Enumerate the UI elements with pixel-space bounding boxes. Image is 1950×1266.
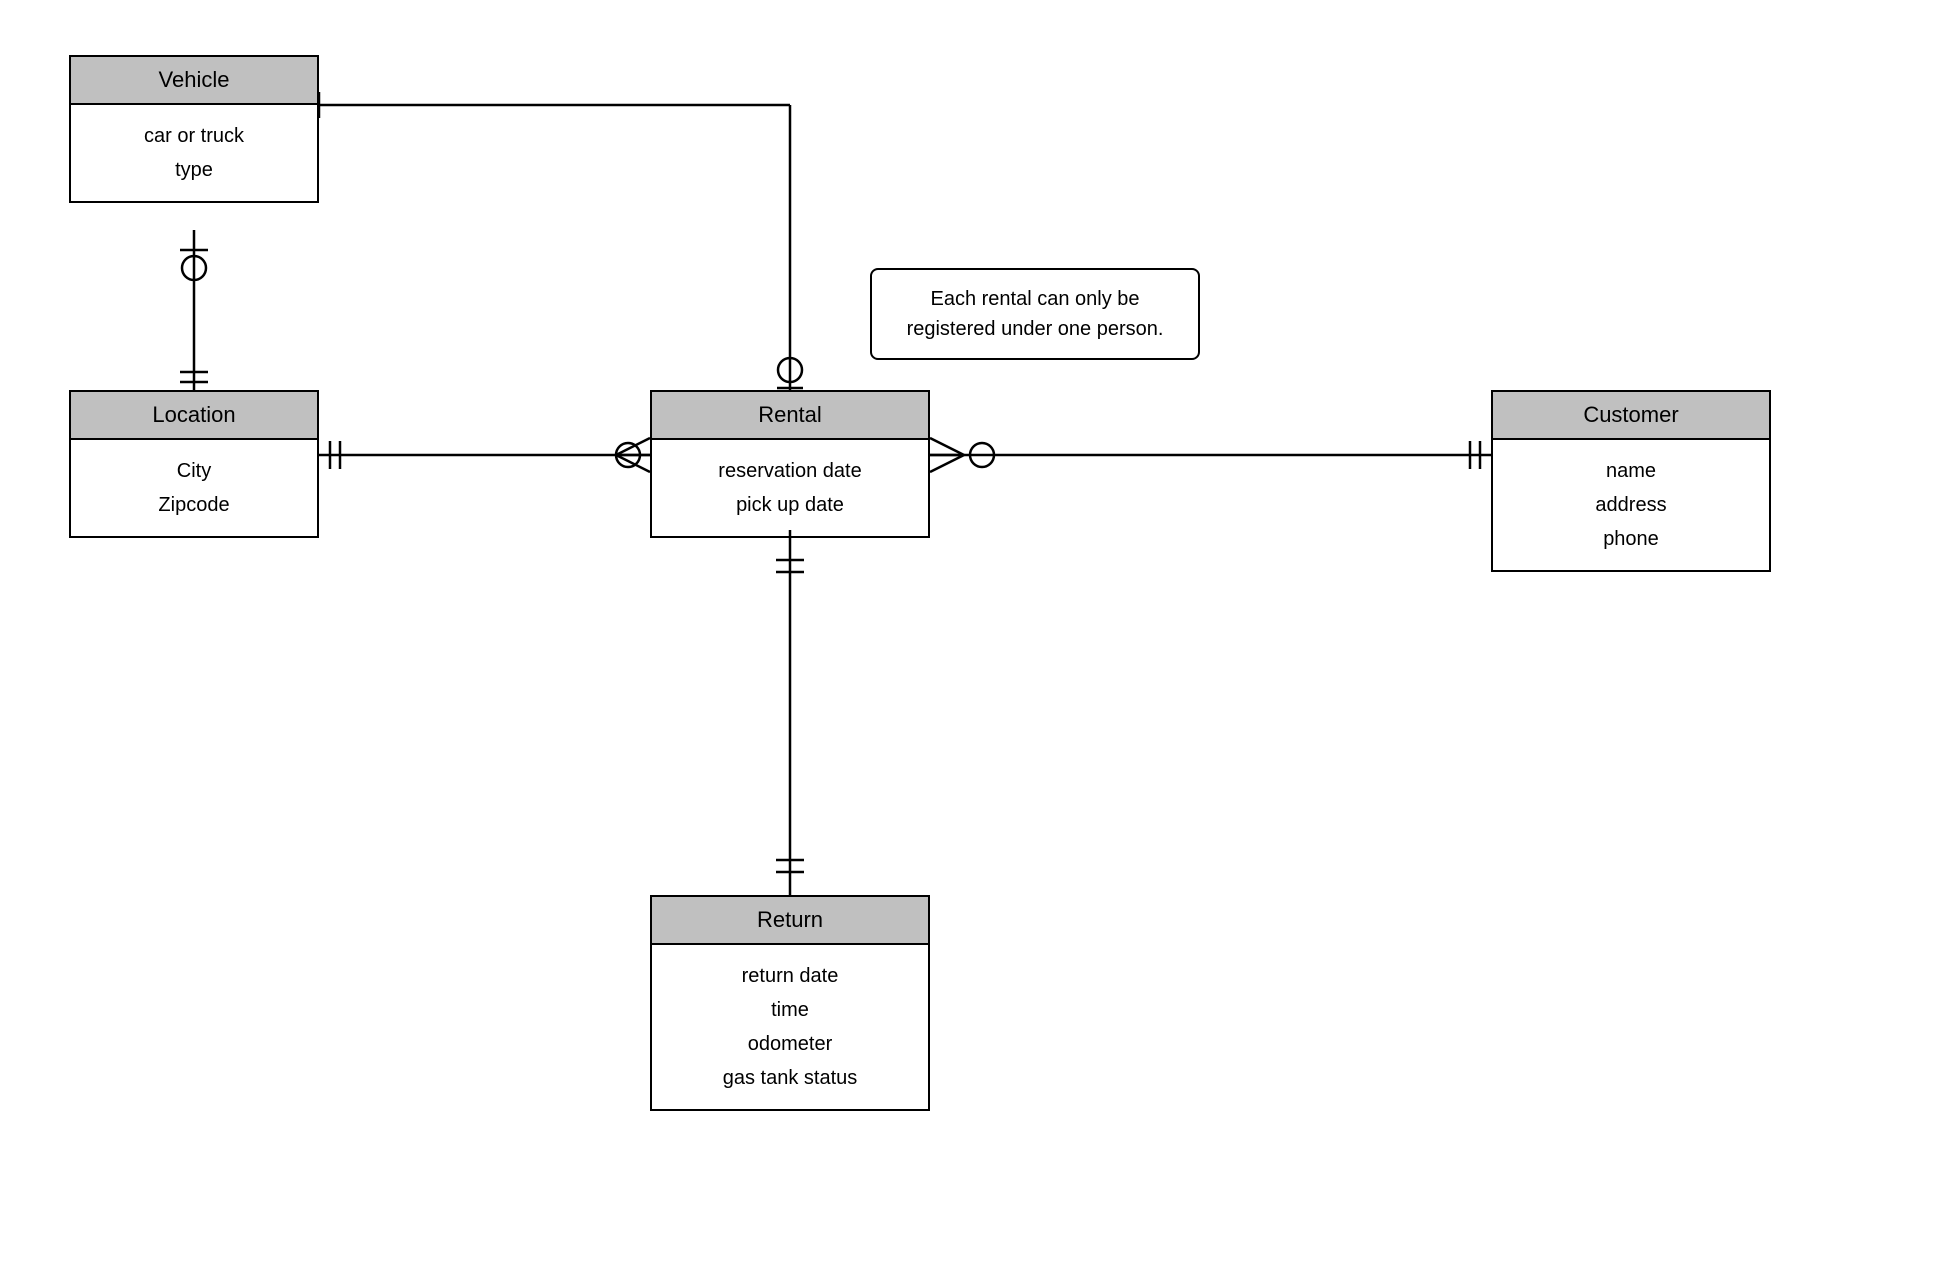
customer-attr-2: address (1513, 488, 1749, 522)
location-header: Location (71, 392, 317, 440)
vehicle-body: car or truck type (71, 105, 317, 201)
return-body: return date time odometer gas tank statu… (652, 945, 928, 1109)
customer-header: Customer (1493, 392, 1769, 440)
note-box: Each rental can only be registered under… (870, 268, 1200, 360)
customer-body: name address phone (1493, 440, 1769, 570)
rental-attr-1: reservation date (672, 454, 908, 488)
vehicle-attr-1: car or truck (91, 119, 297, 153)
rental-entity: Rental reservation date pick up date (650, 390, 930, 538)
customer-attr-1: name (1513, 454, 1749, 488)
customer-attr-3: phone (1513, 522, 1749, 556)
location-attr-2: Zipcode (91, 488, 297, 522)
vehicle-attr-2: type (91, 153, 297, 187)
note-text-line2: registered under one person. (907, 318, 1164, 340)
note-text-line1: Each rental can only be (930, 288, 1139, 310)
location-attr-1: City (91, 454, 297, 488)
return-attr-2: time (672, 993, 908, 1027)
rental-body: reservation date pick up date (652, 440, 928, 536)
vehicle-entity: Vehicle car or truck type (69, 55, 319, 203)
rental-attr-2: pick up date (672, 488, 908, 522)
vehicle-title: Vehicle (159, 67, 230, 92)
return-title: Return (757, 907, 823, 932)
return-attr-4: gas tank status (672, 1061, 908, 1095)
return-attr-3: odometer (672, 1027, 908, 1061)
customer-title: Customer (1583, 402, 1678, 427)
rental-title: Rental (758, 402, 822, 427)
return-header: Return (652, 897, 928, 945)
return-attr-1: return date (672, 959, 908, 993)
location-body: City Zipcode (71, 440, 317, 536)
location-title: Location (152, 402, 235, 427)
return-entity: Return return date time odometer gas tan… (650, 895, 930, 1111)
vehicle-header: Vehicle (71, 57, 317, 105)
rental-header: Rental (652, 392, 928, 440)
location-entity: Location City Zipcode (69, 390, 319, 538)
customer-entity: Customer name address phone (1491, 390, 1771, 572)
